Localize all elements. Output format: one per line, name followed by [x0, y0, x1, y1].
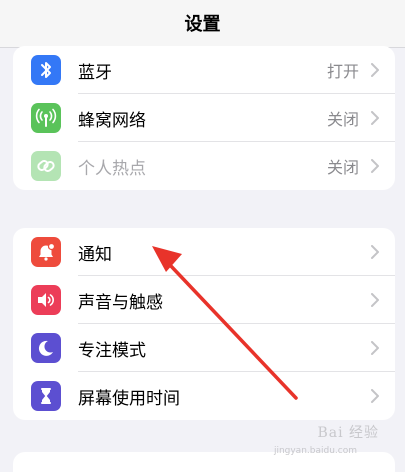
annotation-arrow: [152, 246, 298, 400]
annotation-arrow-head: [152, 246, 182, 272]
watermark-url: jingyan.baidu.com: [273, 446, 357, 456]
watermark-logo: Bai 经验: [317, 425, 379, 441]
annotation-arrow-shaft: [168, 263, 298, 400]
